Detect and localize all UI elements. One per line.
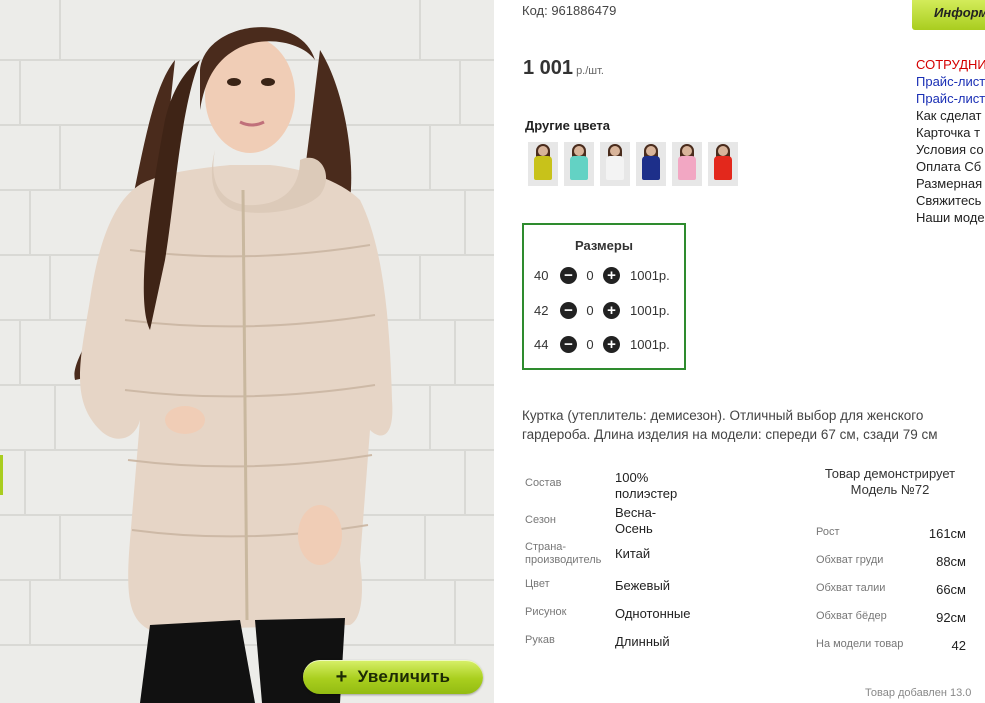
product-photo[interactable]: + Увеличить bbox=[0, 0, 494, 703]
size-price: 1001р. bbox=[630, 302, 670, 318]
spec-row: Состав 100% полиэстер bbox=[525, 470, 693, 502]
price-unit: р./шт. bbox=[576, 65, 604, 77]
model-row: Обхват груди 88см bbox=[816, 554, 966, 569]
spec-label: Сезон bbox=[525, 514, 556, 526]
color-swatch-white[interactable] bbox=[600, 142, 630, 186]
spec-label: Состав bbox=[525, 477, 562, 489]
model-row: Обхват бёдер 92см bbox=[816, 610, 966, 625]
spec-value: Весна-Осень bbox=[615, 505, 657, 536]
model-label: Рост bbox=[816, 526, 840, 538]
spec-value: Бежевый bbox=[615, 578, 671, 593]
sizes-panel: Размеры 40 − 0 + 1001р. 42 − 0 + 1001р. … bbox=[522, 223, 686, 370]
minus-circle-icon[interactable]: − bbox=[560, 335, 577, 353]
model-row: Рост 161см bbox=[816, 526, 966, 541]
spec-row: Сезон Весна-Осень bbox=[525, 505, 693, 537]
model-label: Обхват бёдер bbox=[816, 610, 887, 622]
link-pricelist-1[interactable]: Прайс-лист bbox=[916, 73, 985, 90]
size-value: 42 bbox=[534, 302, 549, 318]
spec-value: 100% полиэстер bbox=[615, 470, 678, 501]
model-title: Товар демонстрирует Модель №72 bbox=[824, 466, 956, 497]
info-links: СОТРУДНИ Прайс-лист Прайс-лист Как сдела… bbox=[916, 56, 985, 226]
spec-value: Длинный bbox=[615, 634, 670, 649]
info-button[interactable]: Информ bbox=[912, 0, 985, 30]
model-label: На модели товар bbox=[816, 638, 904, 650]
color-swatch-yellow[interactable] bbox=[528, 142, 558, 186]
spec-row: Страна-производитель Китай bbox=[525, 541, 693, 567]
plus-circle-icon[interactable]: + bbox=[603, 301, 620, 319]
link-pricelist-2[interactable]: Прайс-лист bbox=[916, 90, 985, 107]
model-label: Обхват груди bbox=[816, 554, 884, 566]
model-info: Товар демонстрирует Модель №72 Рост 161с… bbox=[810, 466, 970, 653]
model-photo-illustration bbox=[0, 0, 494, 703]
size-row: 42 − 0 + 1001р. bbox=[534, 300, 670, 320]
size-price: 1001р. bbox=[630, 336, 670, 352]
model-value: 42 bbox=[951, 638, 966, 653]
quantity-value[interactable]: 0 bbox=[577, 337, 603, 352]
sizes-title: Размеры bbox=[575, 238, 633, 253]
spec-value: Однотонные bbox=[615, 606, 691, 621]
product-code: Код: 961886479 bbox=[522, 3, 617, 18]
link-payment[interactable]: Оплата Сб bbox=[916, 158, 985, 175]
link-staff[interactable]: СОТРУДНИ bbox=[916, 56, 985, 73]
spec-row: Рисунок Однотонные bbox=[525, 606, 735, 622]
color-swatch-pink[interactable] bbox=[672, 142, 702, 186]
added-date: Товар добавлен 13.0 bbox=[865, 687, 972, 699]
link-how-to-order[interactable]: Как сделат bbox=[916, 107, 985, 124]
size-value: 40 bbox=[534, 267, 549, 283]
link-product-card[interactable]: Карточка т bbox=[916, 124, 985, 141]
quantity-value[interactable]: 0 bbox=[577, 303, 603, 318]
other-colors-title: Другие цвета bbox=[525, 118, 610, 133]
quantity-value[interactable]: 0 bbox=[577, 268, 603, 283]
model-row: Обхват талии 66см bbox=[816, 582, 966, 597]
link-contact[interactable]: Свяжитесь bbox=[916, 192, 985, 209]
spec-row: Цвет Бежевый bbox=[525, 578, 693, 594]
minus-circle-icon[interactable]: − bbox=[560, 301, 577, 319]
spec-value: Китай bbox=[615, 546, 651, 561]
zoom-button[interactable]: + Увеличить bbox=[303, 660, 483, 694]
model-value: 88см bbox=[936, 554, 966, 569]
link-size-chart[interactable]: Размерная bbox=[916, 175, 985, 192]
color-swatch-red[interactable] bbox=[708, 142, 738, 186]
color-swatch-navy[interactable] bbox=[636, 142, 666, 186]
color-swatches bbox=[528, 142, 738, 186]
spec-label: Рукав bbox=[525, 634, 555, 646]
model-row: На модели товар 42 bbox=[816, 638, 966, 653]
price-value: 1 001 bbox=[523, 57, 574, 79]
model-label: Обхват талии bbox=[816, 582, 886, 594]
product-description: Куртка (утеплитель: демисезон). Отличный… bbox=[522, 408, 938, 442]
minus-circle-icon[interactable]: − bbox=[560, 266, 577, 284]
product-price: 1 001 р./шт. bbox=[523, 57, 604, 80]
spec-label: Цвет bbox=[525, 578, 550, 590]
link-terms[interactable]: Условия со bbox=[916, 141, 985, 158]
size-row: 40 − 0 + 1001р. bbox=[534, 265, 670, 285]
spec-label: Рисунок bbox=[525, 606, 567, 618]
link-our-models[interactable]: Наши моде bbox=[916, 209, 985, 226]
zoom-label: Увеличить bbox=[357, 667, 451, 686]
model-value: 66см bbox=[936, 582, 966, 597]
model-value: 92см bbox=[936, 610, 966, 625]
plus-circle-icon[interactable]: + bbox=[603, 335, 620, 353]
color-swatch-mint[interactable] bbox=[564, 142, 594, 186]
size-value: 44 bbox=[534, 336, 549, 352]
plus-circle-icon[interactable]: + bbox=[603, 266, 620, 284]
spec-label: Страна-производитель bbox=[525, 541, 602, 566]
model-value: 161см bbox=[928, 526, 966, 541]
size-price: 1001р. bbox=[630, 267, 670, 283]
plus-icon: + bbox=[335, 666, 348, 688]
size-row: 44 − 0 + 1001р. bbox=[534, 334, 670, 354]
spec-row: Рукав Длинный bbox=[525, 634, 735, 650]
